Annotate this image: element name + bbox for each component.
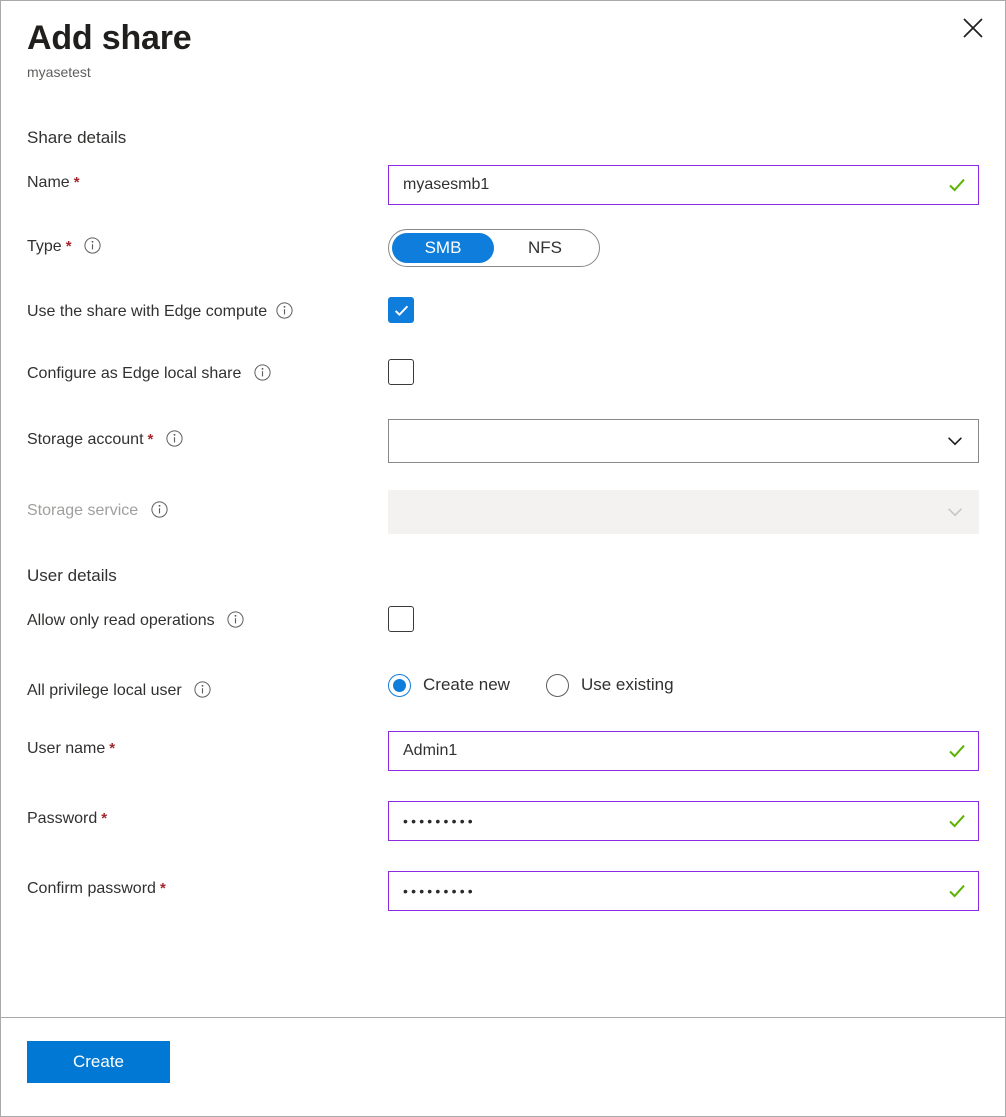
edge-compute-label: Use the share with Edge compute (27, 294, 388, 323)
storage-account-label-text: Storage account (27, 431, 144, 448)
edge-compute-field-cell (388, 294, 979, 324)
type-field-cell: SMB NFS (388, 229, 979, 267)
storage-service-dropdown (388, 490, 979, 534)
storage-account-field-cell (388, 419, 979, 463)
all-privilege-local-user-radio-group: Create new Use existing (388, 674, 979, 697)
form-row-user-name: User name* Admin1 (27, 731, 979, 771)
info-icon[interactable] (151, 501, 168, 518)
form-row-confirm-password: Confirm password* ••••••••• (27, 871, 979, 911)
name-field-cell: myasesmb1 (388, 165, 979, 205)
edge-local-share-label-text: Configure as Edge local share (27, 365, 241, 382)
confirm-password-input[interactable]: ••••••••• (388, 871, 979, 911)
edge-compute-label-text: Use the share with Edge compute (27, 303, 267, 320)
form-row-all-privilege-local-user: All privilege local user Create new (27, 673, 979, 702)
type-label-text: Type (27, 238, 62, 255)
storage-service-label-text: Storage service (27, 502, 138, 519)
create-button[interactable]: Create (27, 1041, 170, 1083)
read-only-label-text: Allow only read operations (27, 612, 215, 629)
radio-option-label: Use existing (581, 674, 674, 696)
chevron-down-icon (946, 503, 964, 521)
valid-check-icon (948, 882, 966, 900)
required-marker: * (101, 810, 107, 827)
form-row-type: Type* SMB NFS (27, 229, 979, 267)
storage-service-field-cell (388, 490, 979, 534)
name-label-text: Name (27, 174, 70, 191)
required-marker: * (109, 740, 115, 757)
info-icon[interactable] (166, 430, 183, 447)
user-name-label: User name* (27, 731, 388, 760)
all-privilege-local-user-label: All privilege local user (27, 673, 388, 702)
password-label: Password* (27, 801, 388, 830)
radio-option-create-new[interactable]: Create new (388, 674, 510, 697)
add-share-blade: Add share myasetest Share details Name* … (0, 0, 1006, 1117)
info-icon[interactable] (254, 364, 271, 381)
page-title: Add share (27, 18, 979, 58)
page-subtitle: myasetest (27, 63, 979, 81)
required-marker: * (160, 880, 166, 897)
type-option-nfs[interactable]: NFS (494, 233, 596, 263)
share-name-value: myasesmb1 (403, 175, 489, 195)
info-icon[interactable] (84, 237, 101, 254)
valid-check-icon (948, 176, 966, 194)
share-type-toggle[interactable]: SMB NFS (388, 229, 600, 267)
valid-check-icon (948, 812, 966, 830)
read-only-checkbox[interactable] (388, 606, 414, 632)
storage-service-label: Storage service (27, 490, 388, 522)
edge-compute-checkbox[interactable] (388, 297, 414, 323)
blade-footer: Create (1, 1017, 1005, 1116)
required-marker: * (148, 431, 154, 448)
password-value: ••••••••• (403, 811, 476, 831)
read-only-field-cell (388, 603, 979, 637)
confirm-password-value: ••••••••• (403, 881, 476, 901)
form-row-name: Name* myasesmb1 (27, 165, 979, 205)
info-icon[interactable] (227, 611, 244, 628)
password-label-text: Password (27, 810, 97, 827)
edge-local-share-checkbox[interactable] (388, 359, 414, 385)
type-label: Type* (27, 229, 388, 258)
user-name-value: Admin1 (403, 741, 457, 761)
radio-option-label: Create new (423, 674, 510, 696)
share-name-input[interactable]: myasesmb1 (388, 165, 979, 205)
confirm-password-field-cell: ••••••••• (388, 871, 979, 911)
close-icon[interactable] (955, 10, 991, 46)
form-row-edge-compute: Use the share with Edge compute (27, 294, 979, 324)
info-icon[interactable] (276, 302, 293, 319)
radio-option-use-existing[interactable]: Use existing (546, 674, 674, 697)
all-privilege-local-user-label-text: All privilege local user (27, 682, 182, 699)
password-input[interactable]: ••••••••• (388, 801, 979, 841)
edge-local-share-label: Configure as Edge local share (27, 356, 388, 385)
user-details-heading: User details (27, 565, 979, 587)
user-name-input[interactable]: Admin1 (388, 731, 979, 771)
confirm-password-label-text: Confirm password (27, 880, 156, 897)
info-icon[interactable] (194, 681, 211, 698)
storage-account-label: Storage account* (27, 419, 388, 451)
form-row-read-only: Allow only read operations (27, 603, 979, 637)
confirm-password-label: Confirm password* (27, 871, 388, 900)
radio-indicator[interactable] (546, 674, 569, 697)
radio-indicator[interactable] (388, 674, 411, 697)
password-field-cell: ••••••••• (388, 801, 979, 841)
name-label: Name* (27, 165, 388, 194)
share-details-heading: Share details (27, 127, 979, 149)
required-marker: * (66, 238, 72, 255)
form-row-password: Password* ••••••••• (27, 801, 979, 841)
chevron-down-icon (946, 432, 964, 450)
user-name-field-cell: Admin1 (388, 731, 979, 771)
type-option-smb[interactable]: SMB (392, 233, 494, 263)
storage-account-dropdown[interactable] (388, 419, 979, 463)
form-row-storage-service: Storage service (27, 490, 979, 534)
blade-body: Share details Name* myasesmb1 T (1, 81, 1005, 1017)
all-privilege-local-user-field-cell: Create new Use existing (388, 673, 979, 697)
user-name-label-text: User name (27, 740, 105, 757)
required-marker: * (74, 174, 80, 191)
form-row-edge-local-share: Configure as Edge local share (27, 356, 979, 390)
valid-check-icon (948, 742, 966, 760)
blade-header: Add share myasetest (1, 1, 1005, 81)
form-row-storage-account: Storage account* (27, 419, 979, 463)
edge-local-share-field-cell (388, 356, 979, 390)
read-only-label: Allow only read operations (27, 603, 388, 632)
